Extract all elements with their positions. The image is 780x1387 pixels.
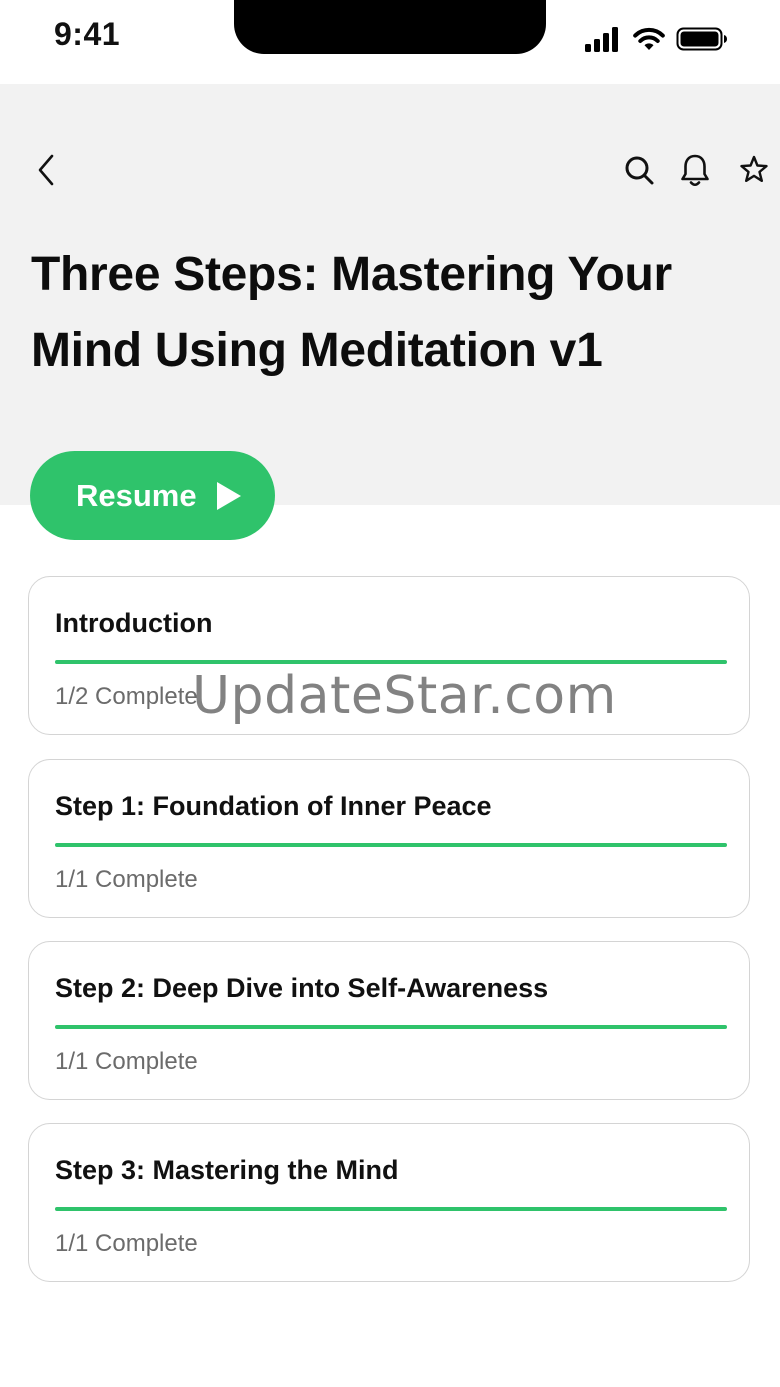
section-title: Step 2: Deep Dive into Self-Awareness [55, 973, 549, 1003]
section-progress-fill [55, 660, 727, 664]
section-card-step-1[interactable]: Step 1: Foundation of Inner Peace 1/1 Co… [28, 759, 750, 918]
section-progress-fill [55, 1207, 727, 1211]
cellular-signal-icon [585, 27, 618, 52]
page-title-line-1: Three Steps: Mastering Your [31, 248, 672, 301]
section-progress-fill [55, 1025, 727, 1029]
section-status: 1/1 Complete [55, 866, 198, 893]
section-title: Step 1: Foundation of Inner Peace [55, 791, 492, 821]
section-title: Introduction [55, 608, 213, 638]
section-card-introduction[interactable]: Introduction 1/2 Complete [28, 576, 750, 735]
search-button[interactable] [621, 150, 657, 190]
chevron-left-icon [38, 154, 54, 186]
favorite-button[interactable] [736, 150, 772, 190]
page-title: Three Steps: Mastering Your Mind Using Me… [31, 237, 731, 389]
bell-icon [681, 154, 709, 187]
section-card-step-3[interactable]: Step 3: Mastering the Mind 1/1 Complete [28, 1123, 750, 1282]
resume-button[interactable]: Resume [30, 451, 275, 540]
battery-icon [676, 27, 727, 51]
section-status: 1/1 Complete [55, 1048, 198, 1075]
section-title: Step 3: Mastering the Mind [55, 1155, 399, 1185]
section-progress-bar [55, 660, 727, 664]
resume-button-label: Resume [76, 477, 197, 513]
section-progress-bar [55, 1207, 727, 1211]
page-title-line-2: Mind Using Meditation v1 [31, 324, 603, 377]
wifi-icon [633, 27, 665, 50]
status-bar: 9:41 [0, 0, 780, 84]
notifications-button[interactable] [677, 150, 713, 190]
play-icon [216, 481, 241, 510]
device-notch [234, 0, 546, 54]
star-icon [740, 155, 768, 182]
back-button[interactable] [28, 150, 64, 190]
section-progress-bar [55, 843, 727, 847]
section-card-step-2[interactable]: Step 2: Deep Dive into Self-Awareness 1/… [28, 941, 750, 1100]
search-icon [625, 156, 654, 185]
section-progress-bar [55, 1025, 727, 1029]
status-time: 9:41 [54, 16, 121, 52]
section-status: 1/2 Complete [55, 683, 198, 710]
section-status: 1/1 Complete [55, 1230, 198, 1257]
section-progress-fill [55, 843, 727, 847]
status-icons [584, 24, 728, 54]
